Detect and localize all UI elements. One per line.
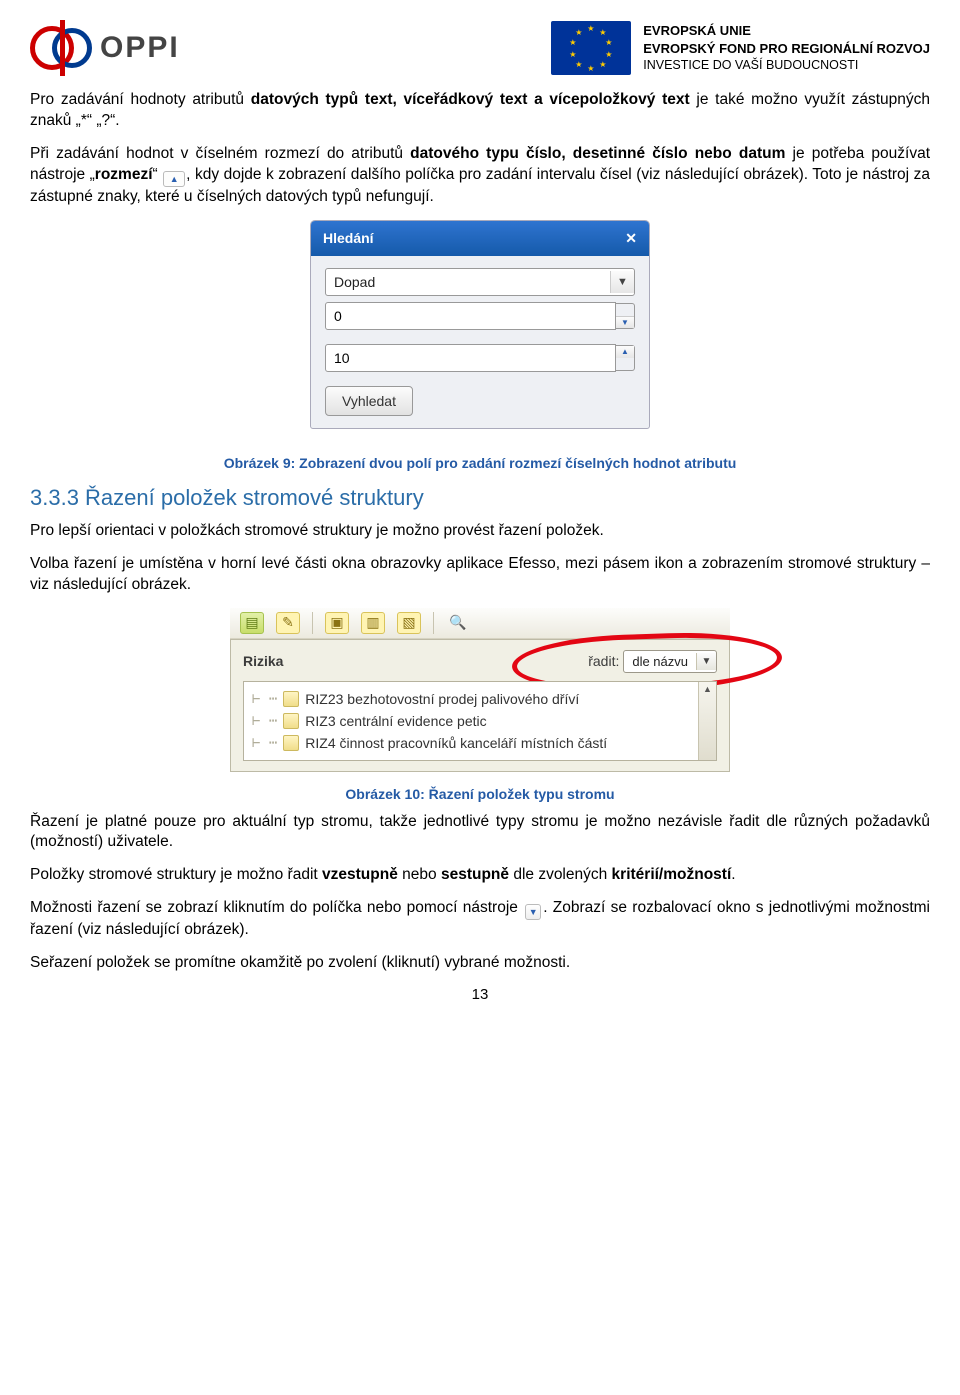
range-to-input[interactable]: 10 [325, 344, 616, 372]
sort-combo-value: dle názvu [624, 651, 696, 672]
eu-line1: EVROPSKÁ UNIE [643, 22, 930, 40]
chevron-down-icon: ▼ [696, 653, 716, 670]
toolbar-new-icon[interactable]: ▤ [240, 612, 264, 634]
toolbar-action2-icon[interactable]: ▥ [361, 612, 385, 634]
tree-item-cutoff [250, 754, 710, 760]
tree-item-label: RIZ4 činnost pracovníků kanceláří místní… [305, 735, 607, 751]
heading-3-3-3: 3.3.3 Řazení položek stromové struktury [30, 485, 930, 511]
paragraph-5: Řazení je platné pouze pro aktuální typ … [30, 812, 930, 854]
range-spinner-icon: ▲ [163, 171, 185, 187]
scroll-up-icon: ▲ [703, 684, 712, 694]
paragraph-4: Volba řazení je umístěna v horní levé čá… [30, 554, 930, 596]
oppi-logo-text: OPPI [100, 31, 180, 65]
tree-node-icon [283, 713, 299, 729]
tree-panel: ▤ ✎ ▣ ▥ ▧ 🔍 Rizika řadit: dle názvu ▼ [230, 608, 730, 772]
eu-flag-icon: ★ ★ ★ ★ ★ ★ ★ ★ ★ ★ [551, 21, 631, 75]
paragraph-2: Při zadávání hodnot v číselném rozmezí d… [30, 144, 930, 208]
tree-node-icon [283, 691, 299, 707]
sort-combo[interactable]: dle názvu ▼ [623, 650, 717, 673]
scrollbar[interactable]: ▲ [698, 682, 716, 760]
toolbar-action3-icon[interactable]: ▧ [397, 612, 421, 634]
tree-item[interactable]: ⊢ ⋯ RIZ23 bezhotovostní prodej palivovéh… [250, 688, 710, 710]
eu-block: ★ ★ ★ ★ ★ ★ ★ ★ ★ ★ EVROPSKÁ UNIE EVROPS… [551, 21, 930, 75]
toolbar: ▤ ✎ ▣ ▥ ▧ 🔍 [230, 608, 730, 639]
tree-item-label: RIZ23 bezhotovostní prodej palivového dř… [305, 691, 579, 707]
search-panel-titlebar: Hledání ✕ [311, 221, 649, 256]
range-from-spinner[interactable]: ▲ ▼ [616, 303, 635, 329]
paragraph-1: Pro zadávání hodnoty atributů datových t… [30, 90, 930, 132]
oppi-logo: OPPI [30, 20, 180, 76]
attribute-combo[interactable]: Dopad ▼ [325, 268, 635, 296]
header: OPPI ★ ★ ★ ★ ★ ★ ★ ★ ★ ★ EVROPSKÁ UNIE [30, 20, 930, 76]
tree-item[interactable]: ⊢ ⋯ RIZ3 centrální evidence petic [250, 710, 710, 732]
paragraph-7: Možnosti řazení se zobrazí kliknutím do … [30, 898, 930, 941]
tree-section-label: Rizika [243, 653, 283, 669]
attribute-combo-value: Dopad [326, 269, 610, 295]
paragraph-3: Pro lepší orientaci v položkách stromové… [30, 521, 930, 542]
eu-line3: INVESTICE DO VAŠÍ BUDOUCNOSTI [643, 57, 930, 74]
chevron-down-icon: ▼ [610, 271, 634, 293]
tree-item[interactable]: ⊢ ⋯ RIZ4 činnost pracovníků kanceláří mí… [250, 732, 710, 754]
sort-control: řadit: dle názvu ▼ [588, 650, 717, 673]
sort-label: řadit: [588, 653, 619, 669]
toolbar-search-icon[interactable]: 🔍 [446, 612, 470, 634]
toolbar-separator [312, 612, 313, 634]
paragraph-6: Položky stromové struktury je možno řadi… [30, 865, 930, 886]
figure-9-caption: Obrázek 9: Zobrazení dvou polí pro zadán… [30, 455, 930, 471]
range-from-input[interactable]: 0 [325, 302, 616, 330]
eu-text: EVROPSKÁ UNIE EVROPSKÝ FOND PRO REGIONÁL… [643, 22, 930, 74]
paragraph-8: Seřazení položek se promítne okamžitě po… [30, 953, 930, 974]
search-button[interactable]: Vyhledat [325, 386, 413, 416]
toolbar-action1-icon[interactable]: ▣ [325, 612, 349, 634]
range-to-spinner[interactable]: ▲ ▼ [616, 345, 635, 371]
toolbar-separator [433, 612, 434, 634]
oppi-logo-icon [30, 20, 90, 76]
figure-10-caption: Obrázek 10: Řazení položek typu stromu [30, 786, 930, 802]
search-panel-title: Hledání [323, 230, 374, 246]
tree-list: ⊢ ⋯ RIZ23 bezhotovostní prodej palivovéh… [243, 681, 717, 761]
tree-node-icon [283, 735, 299, 751]
search-panel: Hledání ✕ Dopad ▼ 0 ▲ ▼ 10 ▲ ▼ [310, 220, 650, 429]
tree-item-label: RIZ3 centrální evidence petic [305, 713, 486, 729]
close-icon[interactable]: ✕ [625, 230, 637, 247]
eu-line2: EVROPSKÝ FOND PRO REGIONÁLNÍ ROZVOJ [643, 40, 930, 58]
dropdown-arrow-icon: ▼ [525, 904, 541, 920]
page-number: 13 [30, 986, 930, 1003]
toolbar-folder-icon[interactable]: ✎ [276, 612, 300, 634]
